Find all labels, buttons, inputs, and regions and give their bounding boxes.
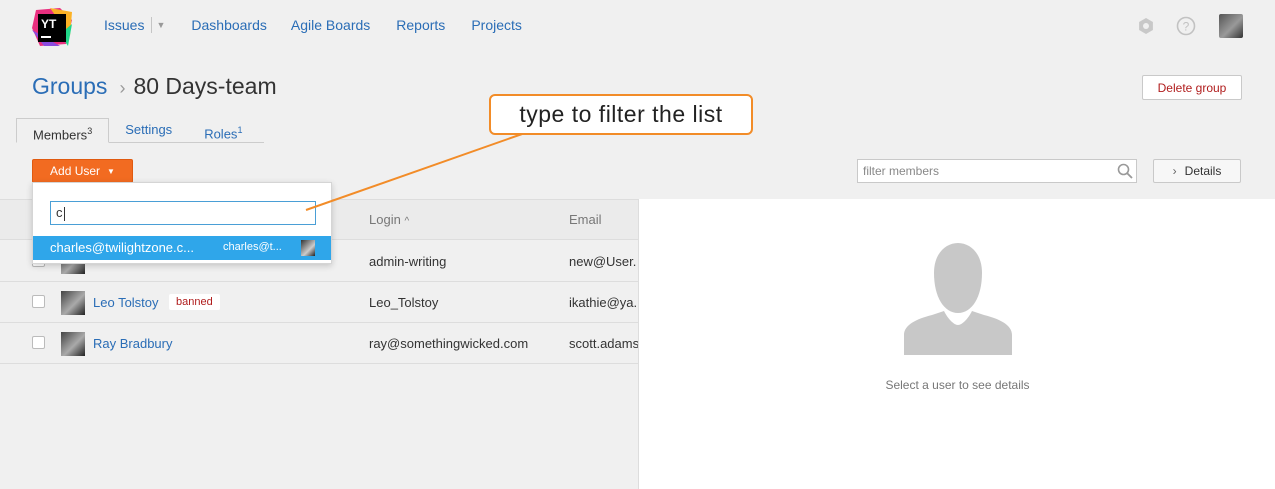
youtrack-logo[interactable]: YT xyxy=(30,6,74,48)
svg-text:?: ? xyxy=(1183,20,1190,34)
chevron-down-icon[interactable]: ▼ xyxy=(156,20,165,30)
user-search-value: c xyxy=(56,205,63,220)
top-right-tools: ? xyxy=(1135,14,1243,38)
nav-divider xyxy=(151,17,153,33)
chevron-down-icon: ▼ xyxy=(107,166,115,176)
user-avatar[interactable] xyxy=(1219,14,1243,38)
user-login: Leo_Tolstoy xyxy=(369,295,439,310)
tab-settings[interactable]: Settings xyxy=(109,118,188,142)
nav-agile-boards[interactable]: Agile Boards xyxy=(291,17,370,33)
nav-issues-link[interactable]: Issues xyxy=(104,17,144,33)
help-icon[interactable]: ? xyxy=(1175,15,1197,37)
annotation-callout: type to filter the list xyxy=(489,94,753,135)
table-row[interactable]: Ray Bradbury ray@somethingwicked.com sco… xyxy=(0,323,638,364)
add-user-dropdown: c charles@twilightzone.c... charles@t... xyxy=(32,182,332,264)
tab-roles[interactable]: Roles1 xyxy=(188,118,258,142)
add-user-button[interactable]: Add User ▼ xyxy=(32,159,133,183)
user-login: admin-writing xyxy=(369,254,447,269)
nav-projects[interactable]: Projects xyxy=(471,17,522,33)
row-checkbox[interactable] xyxy=(32,295,45,308)
tab-roles-label: Roles xyxy=(204,126,238,142)
user-email: scott.adams xyxy=(569,336,638,351)
tab-members-count: 3 xyxy=(87,126,93,136)
text-cursor xyxy=(63,206,65,221)
breadcrumb: Groups › 80 Days-team xyxy=(32,73,277,100)
chevron-right-icon: › xyxy=(1172,164,1177,178)
avatar xyxy=(301,240,315,256)
details-button[interactable]: › Details xyxy=(1153,159,1241,183)
main-nav: Issues ▼ Dashboards Agile Boards Reports… xyxy=(104,17,522,33)
tab-roles-count: 1 xyxy=(237,125,243,135)
tab-members[interactable]: Members3 xyxy=(16,118,110,143)
avatar xyxy=(61,332,85,356)
user-name[interactable]: Leo Tolstoy xyxy=(93,295,159,310)
user-name[interactable]: Ray Bradbury xyxy=(93,336,172,351)
column-login-label: Login xyxy=(369,212,401,227)
column-login[interactable]: Login ^ xyxy=(369,212,409,227)
nav-issues[interactable]: Issues ▼ xyxy=(104,17,165,33)
breadcrumb-groups-link[interactable]: Groups xyxy=(32,73,107,100)
suggestion-secondary: charles@t... xyxy=(223,241,282,253)
filter-members-field xyxy=(857,159,1137,183)
details-hint: Select a user to see details xyxy=(885,378,1030,392)
group-tabs: Members3 Settings Roles1 xyxy=(16,118,264,143)
gear-icon[interactable] xyxy=(1135,15,1157,37)
status-badge: banned xyxy=(169,294,220,310)
row-checkbox[interactable] xyxy=(32,336,45,349)
avatar xyxy=(61,291,85,315)
user-email: new@User. xyxy=(569,254,637,269)
user-login: ray@somethingwicked.com xyxy=(369,336,529,351)
logo-text: YT xyxy=(41,17,57,31)
user-details-panel: Select a user to see details xyxy=(638,199,1275,489)
suggestion-primary: charles@twilightzone.c... xyxy=(50,240,194,255)
delete-group-button[interactable]: Delete group xyxy=(1142,75,1242,100)
column-email[interactable]: Email xyxy=(569,212,602,227)
search-icon[interactable] xyxy=(1114,160,1136,182)
user-search-input[interactable]: c xyxy=(50,201,316,225)
user-suggestion-item[interactable]: charles@twilightzone.c... charles@t... xyxy=(33,236,331,260)
nav-dashboards[interactable]: Dashboards xyxy=(191,17,267,33)
sort-asc-icon: ^ xyxy=(404,216,410,227)
table-row[interactable]: Leo Tolstoy banned Leo_Tolstoy ikathie@y… xyxy=(0,282,638,323)
nav-reports[interactable]: Reports xyxy=(396,17,445,33)
user-placeholder-icon xyxy=(904,243,1012,355)
add-user-label: Add User xyxy=(50,164,101,178)
tab-settings-label: Settings xyxy=(125,122,173,137)
user-email: ikathie@ya. xyxy=(569,295,638,310)
filter-members-input[interactable] xyxy=(858,164,1114,178)
tab-members-label: Members xyxy=(33,127,88,143)
details-label: Details xyxy=(1184,164,1222,178)
breadcrumb-separator: › xyxy=(119,78,126,98)
page-title: 80 Days-team xyxy=(133,73,277,99)
